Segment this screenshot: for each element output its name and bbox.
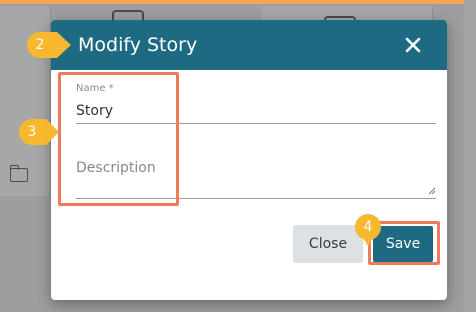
background-accent-bar [0, 0, 476, 4]
step-badge-2: 2 [27, 32, 71, 58]
step-badge-3: 3 [19, 119, 59, 145]
close-icon[interactable] [403, 35, 423, 55]
folder-icon [9, 165, 28, 182]
close-button[interactable]: Close [293, 225, 363, 263]
dialog-header: Modify Story [51, 20, 447, 70]
step-number: 2 [35, 37, 45, 53]
step-number: 3 [27, 124, 37, 140]
step-badge-4: 4 [355, 214, 381, 246]
dialog-title: Modify Story [78, 34, 198, 56]
step-number: 4 [363, 219, 373, 235]
resize-handle-icon[interactable] [428, 187, 436, 195]
background-right-panel [464, 0, 476, 312]
name-fields-highlight [58, 72, 179, 206]
